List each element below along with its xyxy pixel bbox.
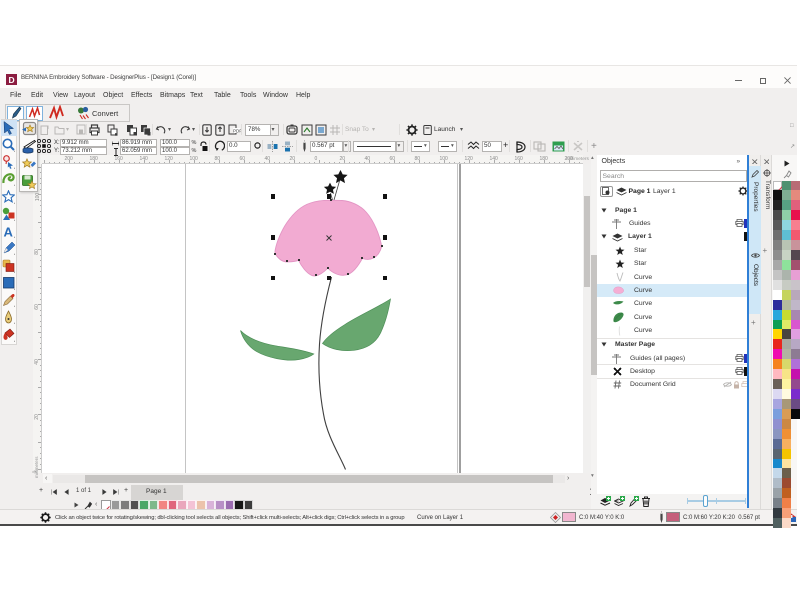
svg-text:A: A: [4, 225, 14, 239]
svg-text:PDF: PDF: [233, 129, 241, 134]
